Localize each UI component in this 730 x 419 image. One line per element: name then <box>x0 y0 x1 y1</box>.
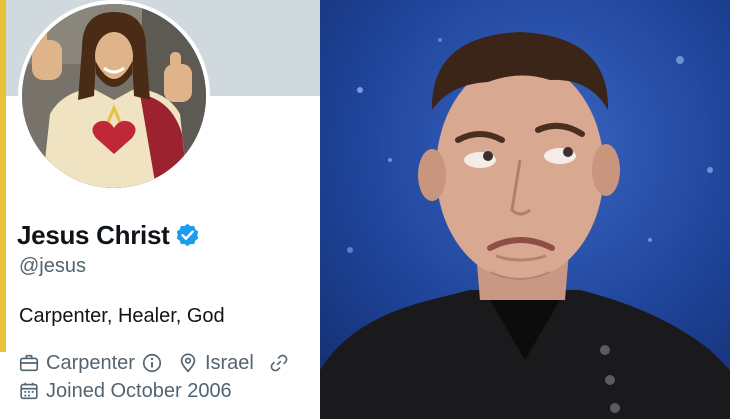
link-icon[interactable] <box>268 352 290 374</box>
avatar[interactable] <box>22 4 206 188</box>
website-item[interactable] <box>268 352 290 374</box>
profile-card: Jesus Christ @jesus Carpenter, Healer, G… <box>0 0 320 419</box>
avatar-image <box>22 4 206 188</box>
briefcase-icon <box>19 354 39 372</box>
display-name: Jesus Christ <box>17 219 170 250</box>
calendar-icon <box>20 382 38 400</box>
joined-item: Joined October 2006 <box>18 380 232 403</box>
location-pin-icon <box>180 353 196 373</box>
profile-meta-row: Carpenter Israel <box>18 349 304 377</box>
joined-date: Joined October 2006 <box>46 379 232 402</box>
verified-badge-icon[interactable] <box>174 222 201 249</box>
profession-item[interactable]: Carpenter <box>18 352 163 375</box>
edge-strip <box>0 0 6 352</box>
profile-joined-row: Joined October 2006 <box>18 377 246 405</box>
photo-panel <box>320 0 730 419</box>
name-row: Jesus Christ <box>17 218 201 252</box>
reaction-photo <box>320 0 730 419</box>
location-item: Israel <box>177 352 254 375</box>
location-label: Israel <box>204 351 254 374</box>
profession-label: Carpenter <box>46 351 135 374</box>
profile-bio: Carpenter, Healer, God <box>19 305 225 327</box>
info-icon[interactable] <box>141 352 163 374</box>
profile-handle: @jesus <box>19 255 86 277</box>
